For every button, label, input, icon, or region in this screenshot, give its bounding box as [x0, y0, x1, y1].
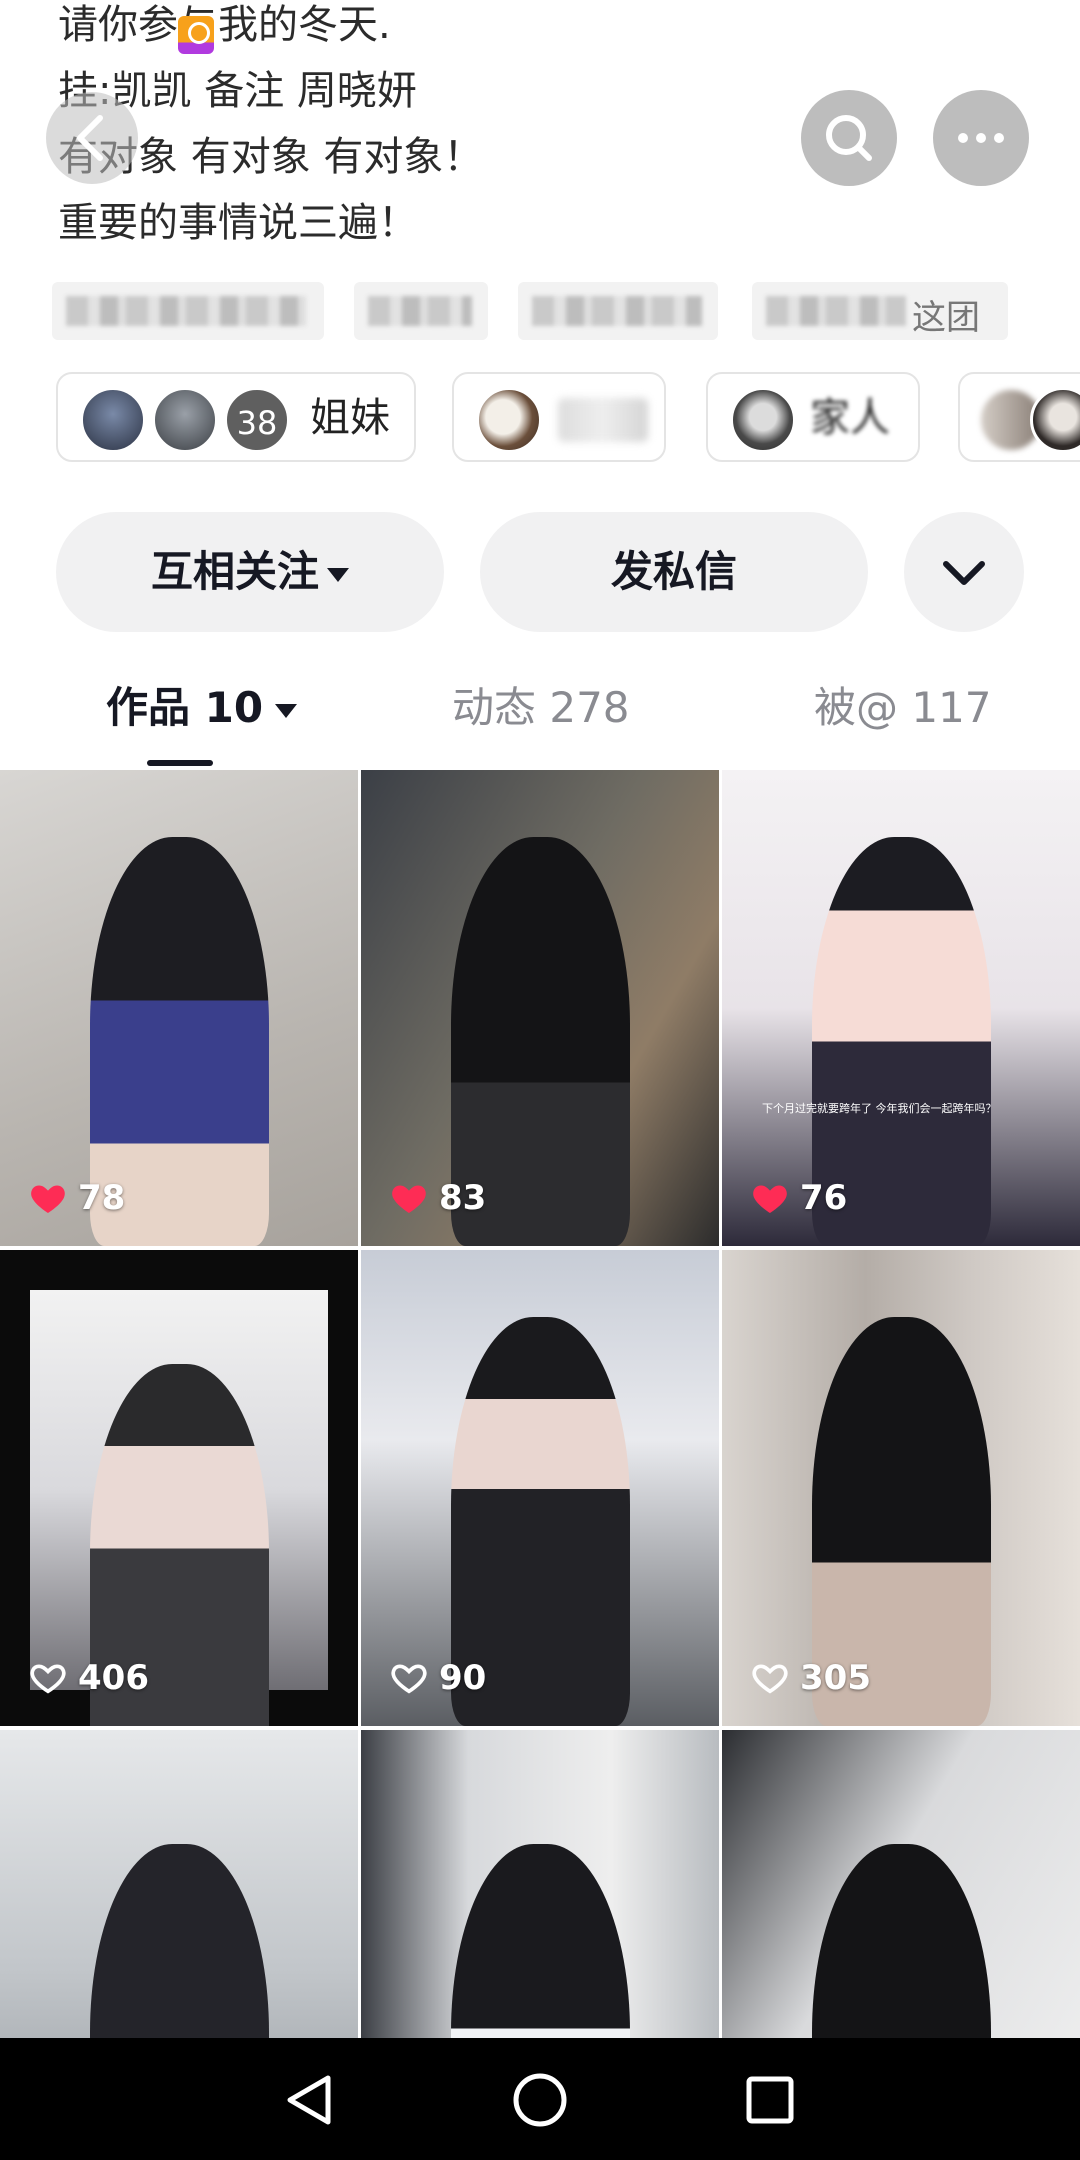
avatar — [152, 387, 218, 453]
like-count-text: 305 — [800, 1658, 871, 1698]
post-tile[interactable]: 90 — [361, 1250, 719, 1726]
back-button[interactable] — [46, 92, 138, 184]
heart-outline-icon — [752, 1664, 788, 1694]
profile-tags: 这团 — [52, 282, 1032, 342]
square-recents-icon — [746, 2076, 794, 2124]
nav-recents-button[interactable] — [728, 2058, 812, 2142]
group-chat-card[interactable]: 家人 — [706, 372, 920, 462]
chevron-left-icon — [77, 115, 103, 161]
like-count: 305 — [750, 1656, 871, 1700]
like-count-text: 78 — [78, 1178, 126, 1218]
follow-label: 互相关注 — [150, 547, 319, 596]
group-name — [558, 398, 648, 442]
group-name: 家人 — [810, 395, 890, 441]
profile-tabs: 作品 10 动态 278 被@ 117 — [0, 660, 1080, 770]
heart-icon — [31, 1185, 65, 1213]
heart-icon — [392, 1185, 426, 1213]
like-count-text: 83 — [439, 1178, 487, 1218]
tab-label: 作品 10 — [106, 683, 264, 732]
group-chat-card[interactable] — [958, 372, 1080, 462]
nav-back-button[interactable] — [268, 2058, 352, 2142]
like-count-text: 76 — [800, 1178, 848, 1218]
message-label: 发私信 — [610, 547, 737, 596]
post-tile[interactable] — [361, 1730, 719, 2038]
caret-down-icon — [275, 703, 298, 718]
system-navigation-bar — [0, 2038, 1080, 2160]
bio-emoji-icon — [178, 16, 214, 54]
like-count: 78 — [28, 1176, 125, 1220]
search-button[interactable] — [801, 90, 897, 186]
active-tab-indicator — [147, 760, 213, 766]
circle-home-icon — [513, 2073, 567, 2127]
tab-activity[interactable]: 动态 278 — [452, 678, 630, 738]
like-count-text: 406 — [78, 1658, 149, 1698]
post-tile[interactable]: 305 — [722, 1250, 1080, 1726]
post-tile[interactable]: 406 — [0, 1250, 358, 1726]
avatar — [476, 387, 542, 453]
like-count: 406 — [28, 1656, 149, 1700]
profile-tag[interactable] — [52, 282, 324, 340]
group-name: 姐妹 — [310, 395, 390, 441]
send-message-button[interactable]: 发私信 — [480, 512, 868, 632]
profile-tag[interactable]: 这团 — [752, 282, 1008, 340]
group-chat-list: 38 姐妹 家人 — [56, 372, 1080, 464]
group-chat-card[interactable]: 38 姐妹 — [56, 372, 416, 462]
more-options-button[interactable] — [933, 90, 1029, 186]
heart-outline-icon — [30, 1664, 66, 1694]
like-count: 83 — [389, 1176, 486, 1220]
search-icon — [826, 115, 872, 161]
tag-label: 这团 — [912, 298, 980, 338]
post-tile[interactable]: 83 — [361, 770, 719, 1246]
group-chat-card[interactable] — [452, 372, 666, 462]
tab-mentions[interactable]: 被@ 117 — [814, 678, 992, 738]
mutual-follow-button[interactable]: 互相关注 — [56, 512, 444, 632]
bio-line: 重要的事情说三遍！ — [58, 200, 418, 246]
like-count-text: 90 — [439, 1658, 487, 1698]
post-tile[interactable]: 78 — [0, 770, 358, 1246]
profile-tag[interactable] — [354, 282, 488, 340]
profile-tag[interactable] — [518, 282, 718, 340]
like-count: 90 — [389, 1656, 486, 1700]
avatar — [730, 387, 796, 453]
caret-down-icon — [327, 567, 349, 582]
tab-works[interactable]: 作品 10 — [106, 678, 298, 738]
member-count-badge: 38 — [224, 387, 290, 453]
triangle-back-icon — [287, 2075, 331, 2125]
post-grid: 78 83 下个月过完就要跨年了 今年我们会一起跨年吗？ 76 406 90 3… — [0, 770, 1080, 2038]
like-count: 76 — [750, 1176, 847, 1220]
post-caption: 下个月过完就要跨年了 今年我们会一起跨年吗？ — [762, 1102, 997, 1115]
chevron-down-icon — [943, 561, 985, 585]
tab-label: 被@ 117 — [814, 683, 992, 732]
heart-outline-icon — [391, 1664, 427, 1694]
tab-label: 动态 278 — [452, 683, 630, 732]
avatar — [1030, 387, 1080, 453]
more-horizontal-icon — [958, 133, 1004, 143]
post-tile[interactable] — [722, 1730, 1080, 2038]
post-tile[interactable] — [0, 1730, 358, 2038]
profile-actions: 互相关注 发私信 — [56, 512, 1024, 634]
heart-icon — [753, 1185, 787, 1213]
nav-home-button[interactable] — [498, 2058, 582, 2142]
avatar — [80, 387, 146, 453]
expand-recommendations-button[interactable] — [904, 512, 1024, 632]
post-tile[interactable]: 下个月过完就要跨年了 今年我们会一起跨年吗？ 76 — [722, 770, 1080, 1246]
